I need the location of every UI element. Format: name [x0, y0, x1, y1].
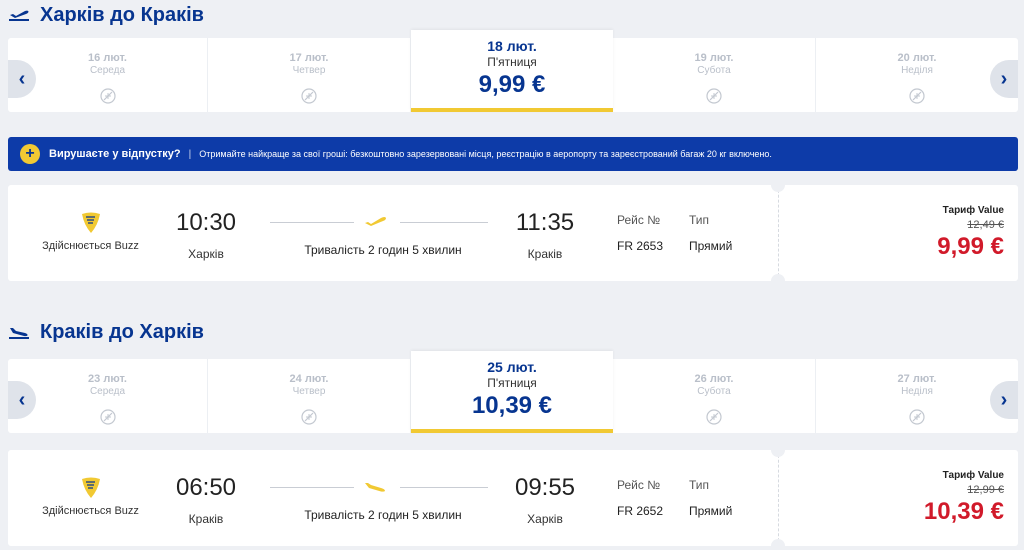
- weekday-label: Середа: [89, 386, 126, 397]
- flight-number: FR 2653: [617, 239, 664, 253]
- outbound-title: Харків до Краків: [40, 3, 204, 26]
- landing-plane-icon: [9, 328, 29, 339]
- plus-circle-icon: +: [20, 144, 40, 164]
- weekday-label: Середа: [89, 65, 126, 76]
- outbound-date-20[interactable]: 20 лют. Неділя: [816, 38, 1018, 112]
- outbound-date-17[interactable]: 17 лют. Четвер: [208, 38, 411, 112]
- date-label: 25 лют.: [487, 359, 537, 375]
- arrival-city: Харків: [527, 512, 563, 526]
- no-flight-icon: [301, 409, 317, 425]
- inbound-date-23[interactable]: 23 лют. Середа: [8, 359, 208, 433]
- weekday-label: П'ятниця: [487, 55, 537, 69]
- outbound-date-16[interactable]: 16 лют. Середа: [8, 38, 208, 112]
- flight-type: Прямий: [689, 239, 733, 253]
- landing-plane-icon: [365, 483, 385, 492]
- route-line: [400, 222, 488, 223]
- flight-duration: Тривалість 2 годин 5 хвилин: [304, 508, 462, 522]
- weekday-label: Четвер: [292, 386, 326, 397]
- no-flight-icon: [301, 88, 317, 104]
- fare-label: Тариф Value: [942, 205, 1004, 216]
- route-line: [400, 487, 488, 488]
- card-notch: [771, 443, 785, 457]
- ryanair-harp-logo: [82, 212, 100, 233]
- card-notch: [771, 274, 785, 288]
- card-notch: [771, 539, 785, 550]
- takeoff-plane-icon: [365, 217, 386, 226]
- fare-price[interactable]: 9,99 €: [937, 233, 1004, 261]
- outbound-section-title: Харків до Краків: [8, 0, 204, 30]
- no-flight-icon: [909, 88, 925, 104]
- date-label: 27 лют.: [897, 373, 937, 385]
- date-label: 20 лют.: [897, 52, 937, 64]
- date-price: 9,99 €: [478, 71, 546, 98]
- date-label: 24 лют.: [289, 373, 329, 385]
- outbound-flight-card[interactable]: Здійснюється Buzz 10:30 Харків Триваліст…: [8, 178, 1018, 288]
- weekday-label: П'ятниця: [487, 376, 537, 390]
- promo-headline: Вирушаєте у відпустку?: [49, 148, 181, 160]
- takeoff-plane-icon: [9, 10, 29, 21]
- no-flight-icon: [99, 88, 116, 104]
- weekday-label: Субота: [697, 386, 731, 397]
- inbound-title: Краків до Харків: [40, 320, 204, 343]
- ryanair-harp-logo: [82, 477, 100, 498]
- card-divider: [778, 185, 779, 281]
- inbound-date-24[interactable]: 24 лют. Четвер: [208, 359, 411, 433]
- no-flight-icon: [706, 88, 722, 104]
- chevron-right-icon: ›: [1000, 67, 1008, 90]
- outbound-date-selector: ‹ 16 лют. Середа 17 лют. Четвер 19 лют. …: [8, 30, 1018, 112]
- inbound-selected-date[interactable]: 25 лют. П'ятниця 10,39 €: [411, 351, 613, 433]
- arrival-time: 11:35: [515, 209, 575, 236]
- weekday-label: Неділя: [901, 65, 933, 76]
- date-label: 18 лют.: [487, 38, 537, 54]
- old-price: 12,99 €: [967, 484, 1004, 496]
- operator-label: Здійснюється Buzz: [42, 505, 139, 517]
- departure-time: 06:50: [175, 474, 237, 501]
- inbound-date-27[interactable]: 27 лют. Неділя: [816, 359, 1018, 433]
- date-price: 10,39 €: [471, 392, 553, 419]
- flight-type-label: Тип: [689, 478, 710, 492]
- promo-separator: |: [188, 148, 192, 160]
- outbound-selected-date[interactable]: 18 лют. П'ятниця 9,99 €: [411, 30, 613, 112]
- date-label: 16 лют.: [88, 52, 127, 64]
- departure-city: Краків: [188, 512, 224, 526]
- flight-number: FR 2652: [617, 504, 664, 518]
- no-flight-icon: [909, 409, 925, 425]
- promo-text: Отримайте найкраще за свої гроші: безкош…: [199, 149, 772, 159]
- no-flight-icon: [706, 409, 722, 425]
- card-divider: [778, 450, 779, 546]
- flight-type-label: Тип: [689, 213, 710, 227]
- weekday-label: Неділя: [901, 386, 933, 397]
- weekday-label: Субота: [697, 65, 731, 76]
- operator-label: Здійснюється Buzz: [42, 240, 139, 252]
- date-label: 19 лют.: [694, 52, 734, 64]
- weekday-label: Четвер: [292, 65, 326, 76]
- arrival-city: Краків: [527, 247, 563, 261]
- inbound-flight-card[interactable]: Здійснюється Buzz 06:50 Краків Триваліст…: [8, 443, 1018, 550]
- promo-banner[interactable]: + Вирушаєте у відпустку? | Отримайте най…: [8, 137, 1018, 171]
- route-line: [270, 487, 354, 488]
- flight-number-label: Рейс №: [617, 213, 661, 227]
- inbound-date-26[interactable]: 26 лют. Субота: [613, 359, 816, 433]
- fare-label: Тариф Value: [942, 470, 1004, 481]
- departure-time: 10:30: [175, 209, 237, 236]
- no-flight-icon: [99, 409, 116, 425]
- card-notch: [771, 178, 785, 192]
- route-line: [270, 222, 354, 223]
- arrival-time: 09:55: [514, 474, 576, 501]
- inbound-date-selector: ‹ 23 лют. Середа 24 лют. Четвер 26 лют. …: [8, 351, 1018, 433]
- inbound-section-title: Краків до Харків: [8, 317, 204, 347]
- old-price: 12,49 €: [967, 219, 1004, 231]
- date-label: 23 лют.: [88, 373, 127, 385]
- outbound-date-19[interactable]: 19 лют. Субота: [613, 38, 816, 112]
- flight-number-label: Рейс №: [617, 478, 661, 492]
- chevron-right-icon: ›: [1000, 388, 1008, 411]
- fare-price[interactable]: 10,39 €: [924, 498, 1004, 526]
- departure-city: Харків: [188, 247, 224, 261]
- date-label: 17 лют.: [289, 52, 329, 64]
- date-label: 26 лют.: [694, 373, 734, 385]
- flight-duration: Тривалість 2 годин 5 хвилин: [304, 243, 462, 257]
- flight-type: Прямий: [689, 504, 733, 518]
